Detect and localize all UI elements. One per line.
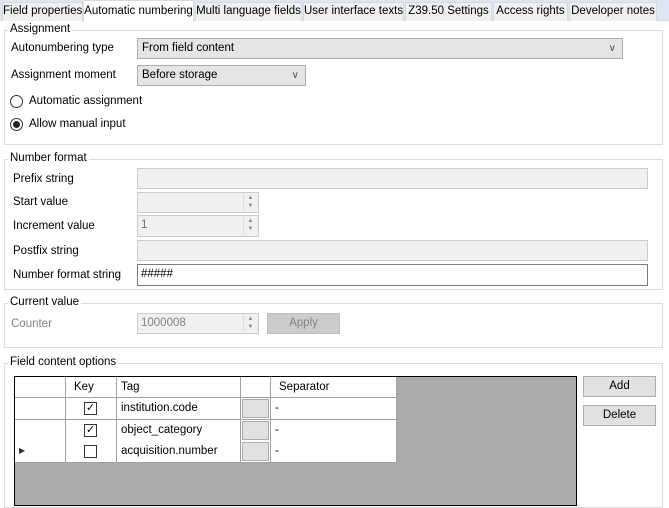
assignment-moment-label: Assignment moment [11,69,116,81]
tab-developer-notes[interactable]: Developer notes [569,2,657,21]
browse-cell[interactable] [241,398,271,420]
browse-button[interactable] [242,399,269,418]
add-button[interactable]: Add [583,376,656,397]
row-header[interactable] [15,398,66,420]
counter-spinner[interactable]: 1000008 ▲ ▼ [137,313,259,334]
start-value-label: Start value [13,196,68,208]
key-checkbox[interactable]: ✓ [84,402,97,415]
counter-label: Counter [11,318,52,330]
browse-button[interactable] [242,442,269,461]
postfix-string-input[interactable] [137,240,648,261]
counter-value: 1000008 [141,317,186,329]
spinner-arrows-icon[interactable]: ▲ ▼ [243,217,257,235]
autonumbering-type-select[interactable]: From field content ∨ [137,38,623,59]
tag-cell[interactable]: institution.code [117,398,241,420]
column-header-button [241,377,271,398]
browse-cell[interactable] [241,441,271,463]
delete-button[interactable]: Delete [583,405,656,426]
number-format-string-input[interactable]: ##### [137,264,648,286]
allow-manual-input-radio[interactable] [10,118,23,131]
column-header-separator[interactable]: Separator [271,377,397,398]
autonumbering-type-value: From field content [142,42,235,54]
apply-button[interactable]: Apply [267,313,340,334]
allow-manual-input-label[interactable]: Allow manual input [29,117,126,131]
increment-value-label: Increment value [13,220,95,232]
row-header-corner [15,377,66,398]
increment-value: 1 [141,219,148,231]
chevron-down-icon: ∨ [608,43,616,54]
column-header-tag[interactable]: Tag [117,377,241,398]
field-content-grid[interactable]: Key Tag Separator ✓ institution.code - ✓ obj… [14,376,577,506]
increment-value-spinner[interactable]: 1 ▲ ▼ [137,215,259,237]
field-content-options-title: Field content options [8,356,119,369]
tab-user-interface-texts[interactable]: User interface texts [303,2,404,21]
key-cell[interactable]: ✓ [66,398,117,420]
tag-cell[interactable]: acquisition.number [117,441,241,463]
tab-multi-language-fields[interactable]: Multi language fields [195,2,302,21]
prefix-string-label: Prefix string [13,173,74,185]
key-cell[interactable] [66,441,117,463]
tab-access-rights[interactable]: Access rights [493,2,568,21]
chevron-down-icon: ∨ [291,70,299,81]
row-header[interactable]: ▶ [15,441,66,463]
key-checkbox[interactable]: ✓ [84,423,97,437]
number-format-string-label: Number format string [13,269,122,281]
browse-button[interactable] [242,420,269,440]
key-cell[interactable]: ✓ [66,419,117,442]
start-value-spinner[interactable]: ▲ ▼ [137,192,259,213]
automatic-assignment-label[interactable]: Automatic assignment [29,94,142,108]
separator-cell[interactable]: - [271,419,397,442]
current-row-arrow-icon: ▶ [19,446,26,455]
row-header[interactable] [15,419,66,442]
number-format-title: Number format [8,152,89,165]
spinner-arrows-icon[interactable]: ▲ ▼ [243,194,257,211]
tab-automatic-numbering[interactable]: Automatic numbering [83,0,194,22]
postfix-string-label: Postfix string [13,245,79,257]
tab-field-properties[interactable]: Field properties [2,2,83,21]
browse-cell[interactable] [241,419,271,442]
prefix-string-input[interactable] [137,168,648,189]
assignment-moment-select[interactable]: Before storage ∨ [137,65,306,86]
tab-strip: Field properties Automatic numbering Mul… [0,0,669,22]
tab-z3950-settings[interactable]: Z39.50 Settings [405,2,492,21]
tag-cell[interactable]: object_category [117,419,241,442]
autonumbering-type-label: Autonumbering type [11,42,114,54]
key-checkbox[interactable] [84,445,97,458]
separator-cell[interactable]: - [271,441,397,463]
automatic-assignment-radio[interactable] [10,95,23,108]
assignment-moment-value: Before storage [142,69,218,81]
assignment-title: Assignment [8,23,73,36]
spinner-arrows-icon[interactable]: ▲ ▼ [243,315,257,332]
separator-cell[interactable]: - [271,398,397,420]
column-header-key[interactable]: Key [66,377,117,398]
current-value-title: Current value [8,296,82,309]
